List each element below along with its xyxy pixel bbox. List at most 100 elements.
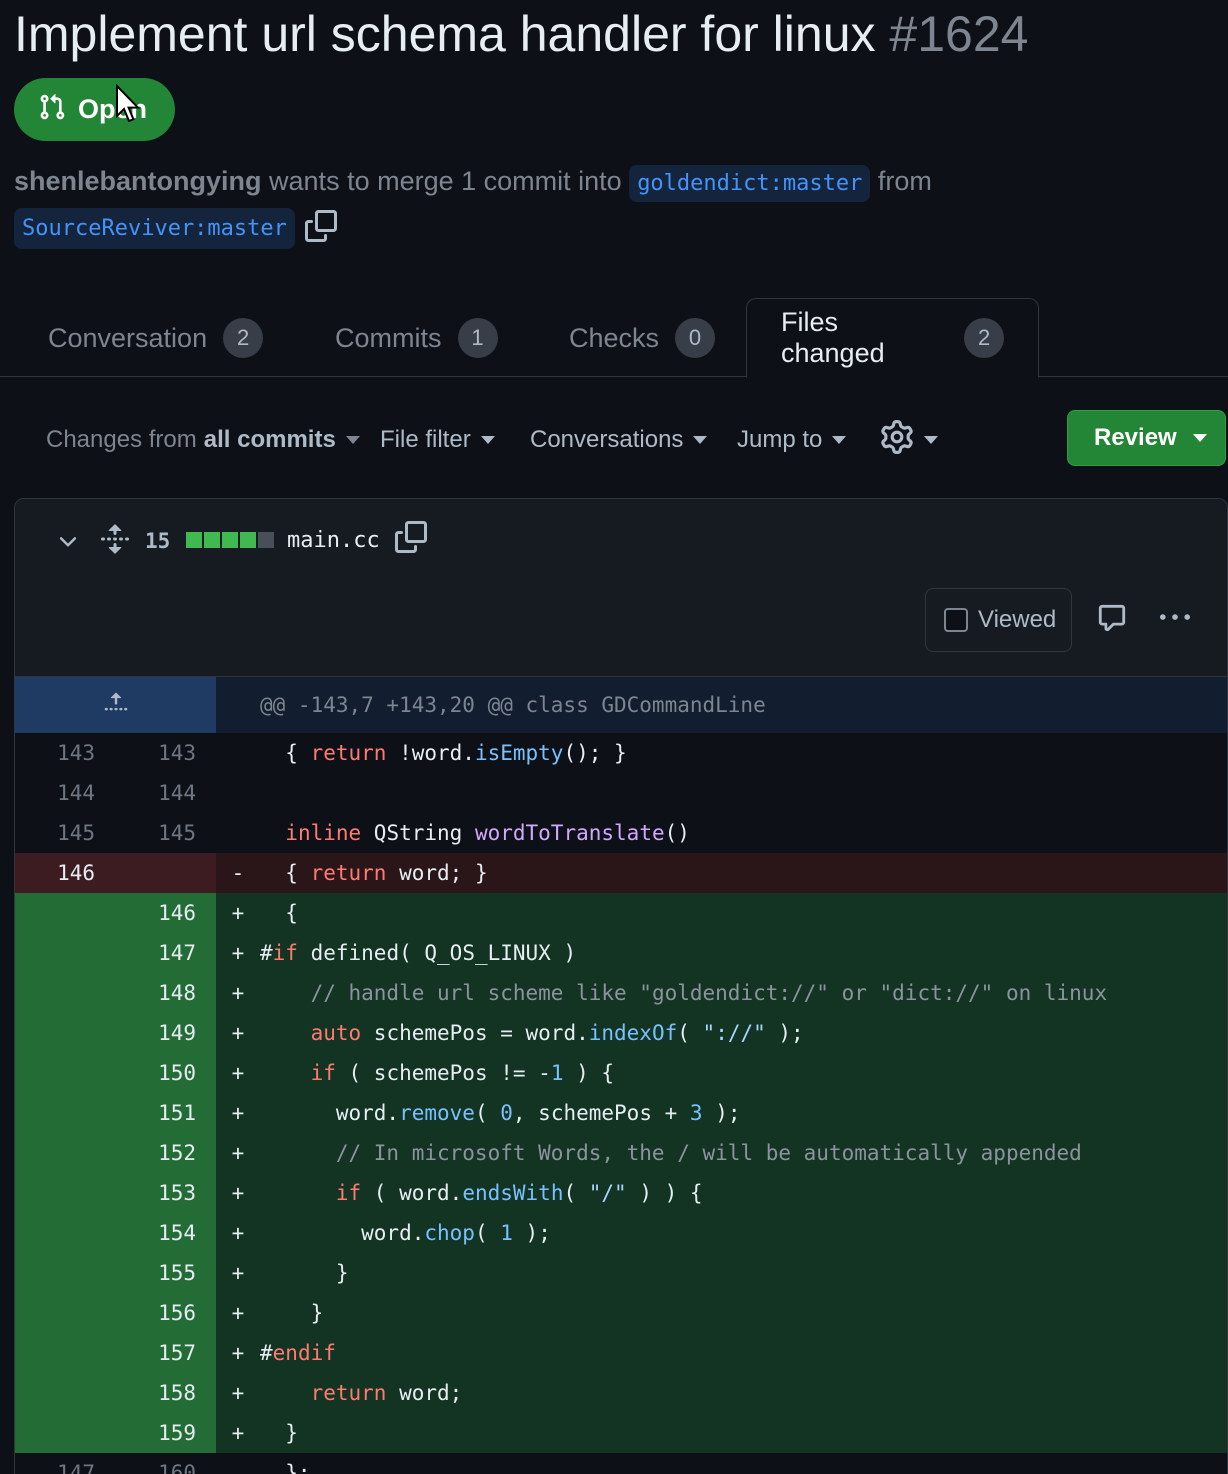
new-line-number[interactable]: 149 [115,1013,216,1053]
new-line-number[interactable]: 145 [115,813,216,853]
code-line: #if defined( Q_OS_LINUX ) [260,933,1227,973]
old-line-number[interactable] [15,1253,115,1293]
old-line-number[interactable]: 143 [15,733,115,773]
unfold-icon[interactable] [99,523,131,555]
old-line-number[interactable] [15,1413,115,1453]
code-line: // In microsoft Words, the / will be aut… [260,1133,1227,1173]
author-link[interactable]: shenlebantongying [14,166,262,196]
tab-count: 2 [223,318,264,358]
comment-icon[interactable] [1097,603,1127,633]
fold-up-icon [101,690,131,721]
base-branch[interactable]: goldendict:master [629,165,871,202]
new-line-number[interactable]: 154 [115,1213,216,1253]
kebab-horizontal-icon[interactable] [1157,603,1193,633]
file-name[interactable]: main.cc [287,525,380,555]
diff-sign: + [216,893,260,933]
diff-sign: + [216,1293,260,1333]
diff-sign: + [216,1373,260,1413]
old-line-number[interactable]: 146 [15,853,115,893]
new-line-number[interactable]: 150 [115,1053,216,1093]
jump-to-dropdown[interactable]: Jump to [737,420,847,460]
diff-sign [216,773,260,813]
new-line-number[interactable]: 153 [115,1173,216,1213]
new-line-number[interactable]: 143 [115,733,216,773]
pr-number: #1624 [889,6,1029,62]
old-line-number[interactable]: 144 [15,773,115,813]
diff-table: @@ -143,7 +143,20 @@ class GDCommandLine… [15,677,1227,1474]
head-branch[interactable]: SourceReviver:master [14,208,295,249]
head-branch-row: SourceReviver:master [14,207,337,250]
caret-down-icon [480,436,495,444]
tab-label: Checks [569,322,660,353]
tab-checks[interactable]: Checks 0 [569,298,716,378]
merge-text: wants to merge 1 commit into [269,166,622,196]
tab-files-changed[interactable]: Files changed 2 [746,298,1039,378]
pr-title-text: Implement url schema handler for linux [14,6,876,62]
file-filter-dropdown[interactable]: File filter [380,420,495,460]
new-line-number[interactable]: 155 [115,1253,216,1293]
old-line-number[interactable] [15,1333,115,1373]
old-line-number[interactable] [15,1053,115,1093]
new-line-number[interactable] [115,853,216,893]
new-line-number[interactable]: 151 [115,1093,216,1133]
old-line-number[interactable] [15,1133,115,1173]
copy-icon[interactable] [395,521,427,553]
viewed-checkbox[interactable]: Viewed [925,588,1072,652]
old-line-number[interactable] [15,1013,115,1053]
tab-commits[interactable]: Commits 1 [335,298,498,378]
caret-down-icon [832,436,847,444]
diff-sign: + [216,1413,260,1453]
code-line: } [260,1413,1227,1453]
code-line: }; [260,1453,1227,1474]
new-line-number[interactable]: 160 [115,1453,216,1474]
new-line-number[interactable]: 158 [115,1373,216,1413]
diff-line-added: 158 + return word; [15,1373,1227,1413]
old-line-number[interactable] [15,1373,115,1413]
hunk-header: @@ -143,7 +143,20 @@ class GDCommandLine [260,693,766,717]
old-line-number[interactable]: 147 [15,1453,115,1474]
file-diff: 15 main.cc Viewed @@ -143,7 +143,20 @@ c… [14,498,1228,1474]
diff-line-added: 150 + if ( schemePos != -1 ) { [15,1053,1227,1093]
diff-sign [216,1453,260,1474]
old-line-number[interactable] [15,893,115,933]
new-line-number[interactable]: 159 [115,1413,216,1453]
new-line-number[interactable]: 157 [115,1333,216,1373]
copy-icon[interactable] [304,210,337,247]
new-line-number[interactable]: 147 [115,933,216,973]
new-line-number[interactable]: 148 [115,973,216,1013]
code-line: auto schemePos = word.indexOf( "://" ); [260,1013,1227,1053]
tab-count: 1 [457,318,498,358]
new-line-number[interactable]: 144 [115,773,216,813]
old-line-number[interactable] [15,1093,115,1133]
diff-sign [216,813,260,853]
conversations-dropdown[interactable]: Conversations [530,420,708,460]
tab-conversation[interactable]: Conversation 2 [48,298,264,378]
gear-icon [880,419,914,461]
jump-to-label: Jump to [737,426,823,453]
changes-from-dropdown[interactable]: Changes from all commits [46,420,360,460]
diff-sign: + [216,1133,260,1173]
review-button[interactable]: Review [1067,410,1226,466]
diff-line-context: 143 143 { return !word.isEmpty(); } [15,733,1227,773]
old-line-number[interactable] [15,1213,115,1253]
checkbox-icon [944,608,968,632]
diffstat-block-added [240,532,256,548]
diffstat-block-neutral [258,532,274,548]
old-line-number[interactable]: 145 [15,813,115,853]
old-line-number[interactable] [15,973,115,1013]
diff-sign: + [216,1253,260,1293]
diff-line-added: 156 + } [15,1293,1227,1333]
old-line-number[interactable] [15,1173,115,1213]
expand-up-button[interactable] [15,677,216,733]
old-line-number[interactable] [15,1293,115,1333]
viewed-label: Viewed [978,606,1057,633]
new-line-number[interactable]: 152 [115,1133,216,1173]
old-line-number[interactable] [15,933,115,973]
chevron-down-icon[interactable] [55,529,81,555]
new-line-number[interactable]: 146 [115,893,216,933]
new-line-number[interactable]: 156 [115,1293,216,1333]
diff-settings-dropdown[interactable] [880,419,938,461]
pr-title: Implement url schema handler for linux #… [14,2,1028,66]
diff-line-added: 154 + word.chop( 1 ); [15,1213,1227,1253]
diff-sign: + [216,1053,260,1093]
